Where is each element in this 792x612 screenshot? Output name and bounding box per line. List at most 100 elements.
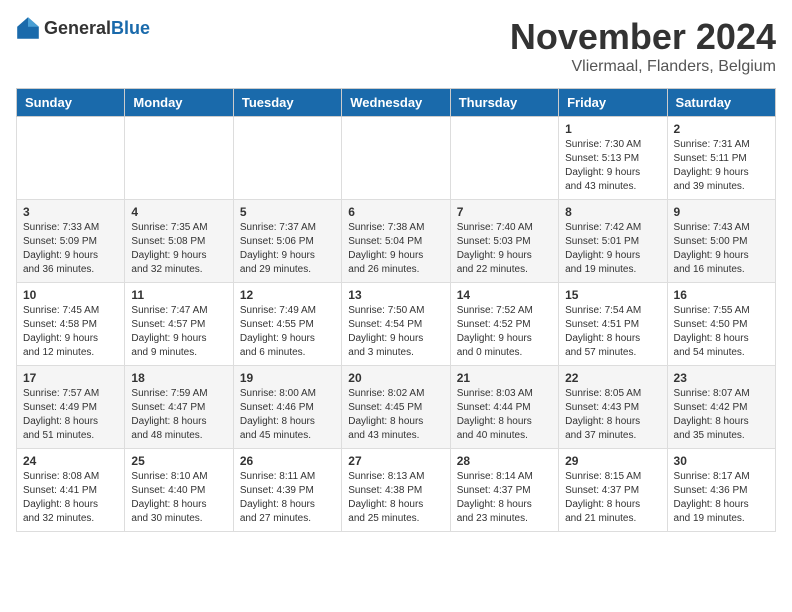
day-number: 10 xyxy=(23,288,118,302)
day-info: Sunrise: 7:50 AMSunset: 4:54 PMDaylight:… xyxy=(348,304,443,360)
day-info: Sunrise: 8:00 AMSunset: 4:46 PMDaylight:… xyxy=(240,387,335,443)
header: GeneralBlue November 2024 Vliermaal, Fla… xyxy=(16,16,776,76)
calendar-cell: 11 Sunrise: 7:47 AMSunset: 4:57 PMDayligh… xyxy=(125,283,233,366)
calendar-cell: 18 Sunrise: 7:59 AMSunset: 4:47 PMDayligh… xyxy=(125,366,233,449)
day-info: Sunrise: 7:45 AMSunset: 4:58 PMDaylight:… xyxy=(23,304,118,360)
calendar-cell xyxy=(450,117,558,200)
calendar-header-thursday: Thursday xyxy=(450,89,558,117)
logo: GeneralBlue xyxy=(16,16,150,40)
day-number: 22 xyxy=(565,371,660,385)
logo-text-general: General xyxy=(44,18,111,38)
day-number: 7 xyxy=(457,205,552,219)
day-info: Sunrise: 7:30 AMSunset: 5:13 PMDaylight:… xyxy=(565,138,660,194)
day-info: Sunrise: 8:10 AMSunset: 4:40 PMDaylight:… xyxy=(131,470,226,526)
day-number: 19 xyxy=(240,371,335,385)
calendar-cell: 5 Sunrise: 7:37 AMSunset: 5:06 PMDaylight… xyxy=(233,200,341,283)
day-number: 1 xyxy=(565,122,660,136)
day-number: 29 xyxy=(565,454,660,468)
calendar-header-wednesday: Wednesday xyxy=(342,89,450,117)
calendar-cell xyxy=(342,117,450,200)
day-info: Sunrise: 8:11 AMSunset: 4:39 PMDaylight:… xyxy=(240,470,335,526)
calendar-week-1: 1 Sunrise: 7:30 AMSunset: 5:13 PMDaylight… xyxy=(17,117,776,200)
day-info: Sunrise: 8:14 AMSunset: 4:37 PMDaylight:… xyxy=(457,470,552,526)
location-title: Vliermaal, Flanders, Belgium xyxy=(510,58,776,76)
calendar-cell: 25 Sunrise: 8:10 AMSunset: 4:40 PMDayligh… xyxy=(125,449,233,532)
day-number: 15 xyxy=(565,288,660,302)
day-number: 21 xyxy=(457,371,552,385)
day-info: Sunrise: 8:17 AMSunset: 4:36 PMDaylight:… xyxy=(674,470,769,526)
calendar-cell: 29 Sunrise: 8:15 AMSunset: 4:37 PMDayligh… xyxy=(559,449,667,532)
calendar-header-saturday: Saturday xyxy=(667,89,775,117)
calendar-cell: 22 Sunrise: 8:05 AMSunset: 4:43 PMDayligh… xyxy=(559,366,667,449)
day-number: 2 xyxy=(674,122,769,136)
calendar-cell: 4Sunrise: 7:35 AMSunset: 5:08 PMDaylight… xyxy=(125,200,233,283)
calendar-week-2: 3 Sunrise: 7:33 AMSunset: 5:09 PMDaylight… xyxy=(17,200,776,283)
day-number: 16 xyxy=(674,288,769,302)
calendar-cell: 15 Sunrise: 7:54 AMSunset: 4:51 PMDayligh… xyxy=(559,283,667,366)
calendar-cell xyxy=(17,117,125,200)
calendar-cell: 27Sunrise: 8:13 AMSunset: 4:38 PMDayligh… xyxy=(342,449,450,532)
day-info: Sunrise: 7:47 AMSunset: 4:57 PMDaylight:… xyxy=(131,304,226,360)
calendar-cell: 3 Sunrise: 7:33 AMSunset: 5:09 PMDaylight… xyxy=(17,200,125,283)
day-info: Sunrise: 8:05 AMSunset: 4:43 PMDaylight:… xyxy=(565,387,660,443)
calendar-cell: 13 Sunrise: 7:50 AMSunset: 4:54 PMDayligh… xyxy=(342,283,450,366)
calendar-header-row: SundayMondayTuesdayWednesdayThursdayFrid… xyxy=(17,89,776,117)
day-number: 23 xyxy=(674,371,769,385)
day-number: 8 xyxy=(565,205,660,219)
day-info: Sunrise: 7:52 AMSunset: 4:52 PMDaylight:… xyxy=(457,304,552,360)
day-info: Sunrise: 8:07 AMSunset: 4:42 PMDaylight:… xyxy=(674,387,769,443)
calendar-header-friday: Friday xyxy=(559,89,667,117)
day-info: Sunrise: 7:54 AMSunset: 4:51 PMDaylight:… xyxy=(565,304,660,360)
day-info: Sunrise: 7:57 AMSunset: 4:49 PMDaylight:… xyxy=(23,387,118,443)
calendar-header-monday: Monday xyxy=(125,89,233,117)
day-number: 26 xyxy=(240,454,335,468)
day-number: 17 xyxy=(23,371,118,385)
day-number: 14 xyxy=(457,288,552,302)
day-info: Sunrise: 7:33 AMSunset: 5:09 PMDaylight:… xyxy=(23,221,118,277)
calendar-cell: 28Sunrise: 8:14 AMSunset: 4:37 PMDayligh… xyxy=(450,449,558,532)
day-number: 24 xyxy=(23,454,118,468)
calendar-week-3: 10 Sunrise: 7:45 AMSunset: 4:58 PMDayligh… xyxy=(17,283,776,366)
day-info: Sunrise: 7:37 AMSunset: 5:06 PMDaylight:… xyxy=(240,221,335,277)
calendar-cell: 12 Sunrise: 7:49 AMSunset: 4:55 PMDayligh… xyxy=(233,283,341,366)
day-number: 3 xyxy=(23,205,118,219)
calendar-cell: 23 Sunrise: 8:07 AMSunset: 4:42 PMDayligh… xyxy=(667,366,775,449)
day-info: Sunrise: 8:15 AMSunset: 4:37 PMDaylight:… xyxy=(565,470,660,526)
day-info: Sunrise: 7:31 AMSunset: 5:11 PMDaylight:… xyxy=(674,138,769,194)
calendar-cell: 2 Sunrise: 7:31 AMSunset: 5:11 PMDaylight… xyxy=(667,117,775,200)
day-info: Sunrise: 8:03 AMSunset: 4:44 PMDaylight:… xyxy=(457,387,552,443)
day-info: Sunrise: 7:35 AMSunset: 5:08 PMDaylight:… xyxy=(131,221,226,277)
calendar-cell: 14 Sunrise: 7:52 AMSunset: 4:52 PMDayligh… xyxy=(450,283,558,366)
calendar-week-5: 24 Sunrise: 8:08 AMSunset: 4:41 PMDayligh… xyxy=(17,449,776,532)
day-number: 6 xyxy=(348,205,443,219)
calendar: SundayMondayTuesdayWednesdayThursdayFrid… xyxy=(16,88,776,532)
day-info: Sunrise: 8:08 AMSunset: 4:41 PMDaylight:… xyxy=(23,470,118,526)
calendar-cell: 17 Sunrise: 7:57 AMSunset: 4:49 PMDayligh… xyxy=(17,366,125,449)
logo-text-blue: Blue xyxy=(111,18,150,38)
day-number: 12 xyxy=(240,288,335,302)
calendar-cell: 16Sunrise: 7:55 AMSunset: 4:50 PMDayligh… xyxy=(667,283,775,366)
calendar-cell: 19 Sunrise: 8:00 AMSunset: 4:46 PMDayligh… xyxy=(233,366,341,449)
day-number: 5 xyxy=(240,205,335,219)
calendar-header-sunday: Sunday xyxy=(17,89,125,117)
day-number: 30 xyxy=(674,454,769,468)
calendar-cell xyxy=(233,117,341,200)
day-number: 9 xyxy=(674,205,769,219)
day-number: 13 xyxy=(348,288,443,302)
day-info: Sunrise: 7:59 AMSunset: 4:47 PMDaylight:… xyxy=(131,387,226,443)
calendar-week-4: 17 Sunrise: 7:57 AMSunset: 4:49 PMDayligh… xyxy=(17,366,776,449)
day-info: Sunrise: 7:42 AMSunset: 5:01 PMDaylight:… xyxy=(565,221,660,277)
calendar-cell: 1 Sunrise: 7:30 AMSunset: 5:13 PMDaylight… xyxy=(559,117,667,200)
day-number: 11 xyxy=(131,288,226,302)
month-title: November 2024 xyxy=(510,16,776,58)
day-info: Sunrise: 7:40 AMSunset: 5:03 PMDaylight:… xyxy=(457,221,552,277)
day-number: 25 xyxy=(131,454,226,468)
day-info: Sunrise: 7:49 AMSunset: 4:55 PMDaylight:… xyxy=(240,304,335,360)
day-number: 18 xyxy=(131,371,226,385)
calendar-cell: 6 Sunrise: 7:38 AMSunset: 5:04 PMDaylight… xyxy=(342,200,450,283)
day-info: Sunrise: 7:43 AMSunset: 5:00 PMDaylight:… xyxy=(674,221,769,277)
calendar-header-tuesday: Tuesday xyxy=(233,89,341,117)
calendar-cell: 9 Sunrise: 7:43 AMSunset: 5:00 PMDaylight… xyxy=(667,200,775,283)
calendar-cell: 30 Sunrise: 8:17 AMSunset: 4:36 PMDayligh… xyxy=(667,449,775,532)
day-info: Sunrise: 7:38 AMSunset: 5:04 PMDaylight:… xyxy=(348,221,443,277)
